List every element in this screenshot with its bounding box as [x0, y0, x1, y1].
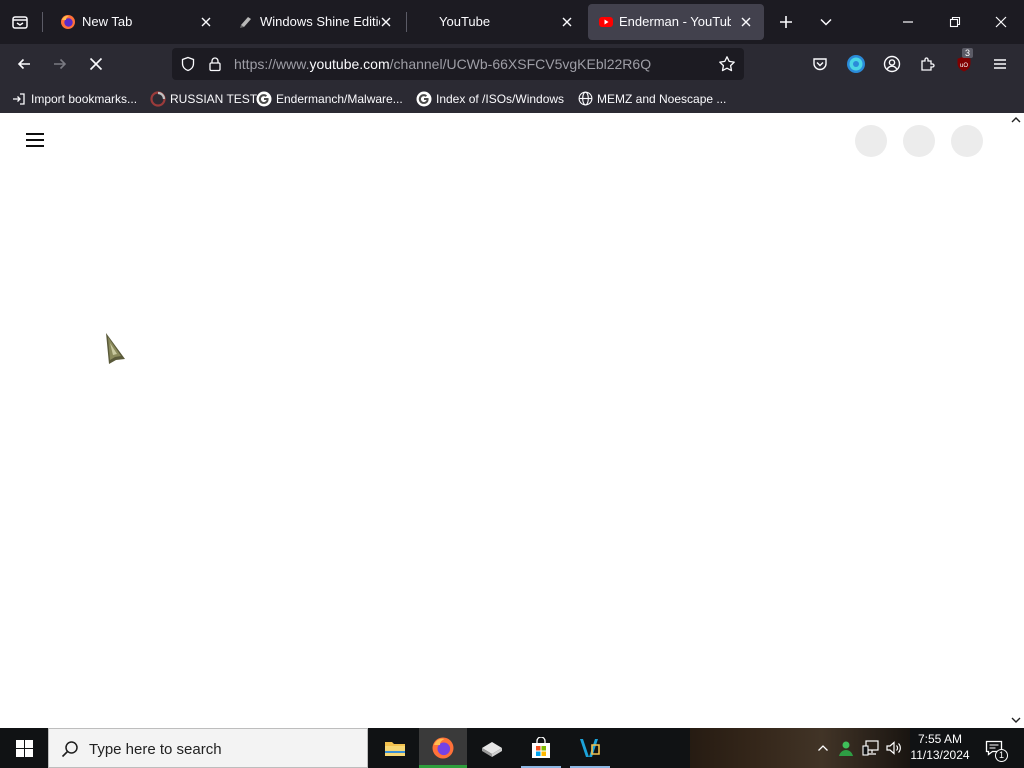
forward-arrow-icon[interactable] [48, 52, 72, 76]
close-icon[interactable] [738, 14, 754, 30]
tab-new-tab[interactable]: New Tab [46, 4, 222, 40]
extensions-puzzle-icon[interactable] [916, 52, 940, 76]
tab-youtube[interactable]: YouTube [408, 4, 584, 40]
restore-icon[interactable] [943, 10, 967, 34]
loading-placeholder-circle [903, 125, 935, 157]
google-icon [416, 91, 432, 107]
tab-windows-shine[interactable]: Windows Shine Edition [224, 4, 404, 40]
chevron-down-icon[interactable] [814, 10, 838, 34]
bookmark-import[interactable]: Import bookmarks... [11, 90, 137, 107]
volume-icon[interactable] [884, 728, 904, 768]
taskbar-file-explorer[interactable] [371, 728, 419, 768]
loading-placeholder-circle [855, 125, 887, 157]
book-icon [482, 742, 502, 757]
url-host: youtube.com [309, 56, 390, 72]
address-bar[interactable]: https://www.youtube.com/channel/UCWb-66X… [172, 48, 744, 80]
bookmark-memz-noescape[interactable]: MEMZ and Noescape ... [577, 90, 726, 107]
loading-placeholder-circle [951, 125, 983, 157]
lock-icon[interactable] [207, 56, 223, 72]
close-icon[interactable] [198, 14, 214, 30]
back-arrow-icon[interactable] [12, 52, 36, 76]
import-icon [11, 91, 27, 107]
bookmark-endermanch-malware[interactable]: Endermanch/Malware... [256, 90, 403, 107]
scroll-down-arrow-icon[interactable] [1010, 715, 1022, 725]
windows-start-icon[interactable] [0, 728, 48, 768]
animated-cursor-icon [103, 331, 129, 365]
red-circle-icon [150, 90, 166, 107]
bookmark-russian-test[interactable]: RUSSIAN TEST [150, 90, 257, 107]
firefox-icon [60, 14, 76, 30]
tab-separator [42, 12, 43, 32]
url-prefix: https://www. [234, 56, 310, 72]
app-icon [238, 14, 254, 30]
taskbar-clock[interactable]: 7:55 AM 11/13/2024 [906, 731, 974, 763]
youtube-icon [598, 14, 614, 30]
bookmark-label: Import bookmarks... [31, 91, 138, 106]
store-icon [532, 737, 550, 758]
user-tray-icon[interactable] [836, 728, 856, 768]
minimize-icon[interactable] [896, 10, 920, 34]
google-icon [256, 91, 272, 107]
windows-taskbar: Type here to search 7:55 AM 11/13/2024 1 [0, 728, 1024, 768]
search-icon [61, 740, 79, 758]
bookmark-label: MEMZ and Noescape ... [597, 91, 727, 106]
shield-icon[interactable] [180, 56, 196, 72]
network-icon[interactable] [860, 728, 882, 768]
window-close-icon[interactable] [989, 10, 1013, 34]
url-text[interactable]: https://www.youtube.com/channel/UCWb-66X… [234, 56, 651, 72]
vb-app-icon [580, 739, 600, 757]
tab-title: YouTube [439, 14, 491, 29]
folder-icon [385, 742, 405, 756]
bookmark-index-isos-windows[interactable]: Index of /ISOs/Windows [416, 90, 564, 107]
extension-badge-count: 3 [962, 48, 974, 58]
search-placeholder: Type here to search [89, 741, 222, 758]
tab-title: Windows Shine Edition [260, 14, 380, 29]
tab-separator [406, 12, 407, 32]
taskbar-app-book[interactable] [468, 728, 516, 768]
star-bookmark-icon[interactable] [718, 55, 736, 73]
close-icon[interactable] [559, 14, 575, 30]
tab-title: New Tab [82, 14, 133, 29]
page-viewport [0, 113, 1024, 728]
tab-strip: New Tab Windows Shine Edition YouTube En… [0, 0, 1024, 44]
globe-icon [577, 91, 593, 107]
guide-menu-icon[interactable] [26, 133, 46, 149]
scroll-up-arrow-icon[interactable] [1010, 115, 1022, 125]
notification-center-icon[interactable]: 1 [978, 728, 1010, 768]
vpn-extension-icon[interactable] [844, 52, 868, 76]
firefox-icon [432, 737, 454, 759]
bookmark-label: RUSSIAN TEST [170, 91, 258, 106]
account-icon[interactable] [880, 52, 904, 76]
new-tab-plus-icon[interactable] [774, 10, 798, 34]
tab-title: Enderman - YouTube [619, 14, 731, 29]
pocket-icon[interactable] [808, 52, 832, 76]
svg-text:uO: uO [960, 63, 968, 69]
url-path: /channel/UCWb-66XSFCV5vgKEbl22R6Q [389, 56, 652, 72]
stop-loading-icon[interactable] [84, 52, 108, 76]
show-hidden-icons-chevron-up-icon[interactable] [814, 728, 832, 768]
notification-count-badge: 1 [995, 749, 1008, 762]
clock-date: 11/13/2024 [910, 748, 970, 762]
clock-time: 7:55 AM [917, 732, 963, 746]
navigation-toolbar: https://www.youtube.com/channel/UCWb-66X… [0, 44, 1024, 84]
bookmark-label: Endermanch/Malware... [276, 91, 403, 106]
ublock-icon[interactable]: uO 3 [952, 48, 976, 76]
menu-icon[interactable] [988, 52, 1012, 76]
bookmark-label: Index of /ISOs/Windows [436, 91, 565, 106]
tab-overview-icon[interactable] [8, 10, 32, 34]
taskbar-microsoft-store[interactable] [517, 728, 565, 768]
taskbar-visual-app[interactable] [566, 728, 614, 768]
bookmarks-toolbar: Import bookmarks... RUSSIAN TEST Enderma… [0, 84, 1024, 113]
tab-enderman-youtube[interactable]: Enderman - YouTube [588, 4, 764, 40]
close-icon[interactable] [378, 14, 394, 30]
taskbar-firefox[interactable] [419, 728, 467, 768]
taskbar-search-box[interactable]: Type here to search [48, 728, 368, 768]
